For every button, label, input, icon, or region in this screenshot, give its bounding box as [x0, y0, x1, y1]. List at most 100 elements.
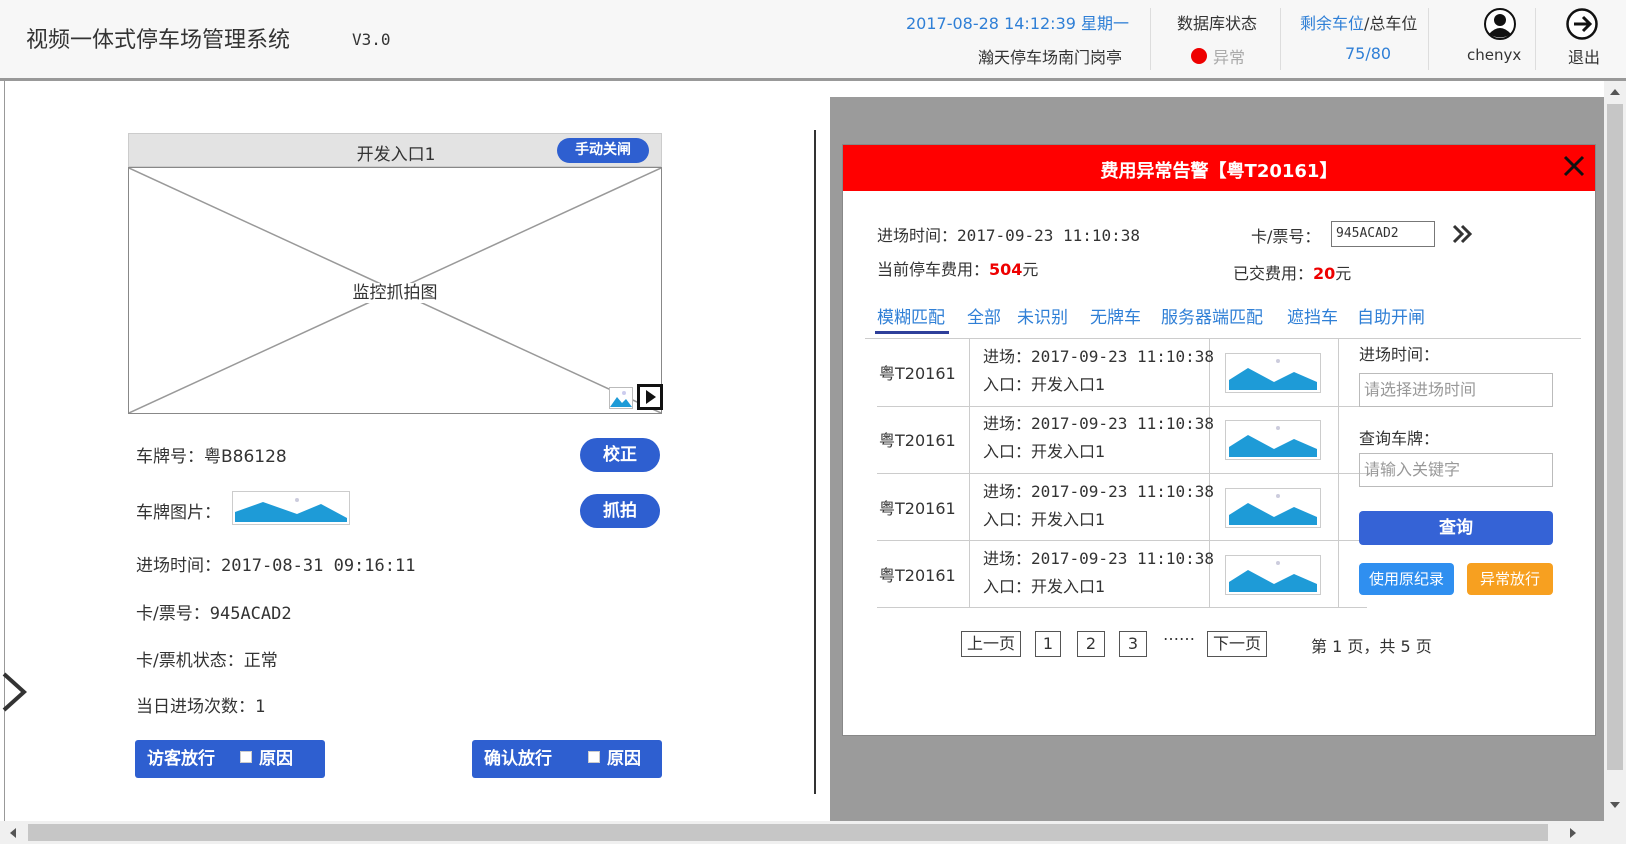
confirm-reason-checkbox[interactable] — [588, 751, 600, 763]
double-chevron-right-icon[interactable] — [1451, 223, 1473, 245]
header-divider — [1150, 8, 1151, 70]
current-fee-unit: 元 — [1022, 260, 1039, 279]
prev-page-button[interactable]: 上一页 — [961, 631, 1021, 657]
visitor-release-button[interactable]: 访客放行 原因 — [135, 740, 325, 778]
correct-plate-button[interactable]: 校正 — [580, 438, 660, 472]
record-entry-info: 进场：2017-09-23 11:10:38 入口：开发入口1 — [983, 545, 1214, 601]
camera-placeholder-label: 监控抓拍图 — [129, 278, 661, 303]
ticket-label: 卡/票号： — [136, 604, 210, 624]
record-entry-gate: 入口：开发入口1 — [983, 375, 1106, 394]
alert-entry-time-row: 进场时间：2017-09-23 11:10:38 — [877, 222, 1140, 246]
plate-search-input[interactable]: 请输入关键字 — [1359, 453, 1553, 487]
record-plate[interactable]: 粤T20161 — [879, 495, 956, 519]
table-row-divider — [877, 406, 1367, 407]
logout-button[interactable]: 退出 — [1568, 44, 1600, 68]
plate-number-label: 车牌号： — [136, 447, 204, 467]
plate-number-row: 车牌号：粤B86128 — [136, 442, 287, 467]
paid-fee-unit: 元 — [1335, 264, 1352, 283]
record-plate[interactable]: 粤T20161 — [879, 427, 956, 451]
paid-fee-amount: 20 — [1313, 264, 1336, 283]
daily-entry-count-row: 当日进场次数：1 — [136, 692, 265, 717]
entry-time-row: 进场时间：2017-08-31 09:16:11 — [136, 551, 415, 576]
picture-icon — [1229, 426, 1317, 457]
app-header: 视频一体式停车场管理系统 V3.0 2017-08-28 14:12:39 星期… — [0, 0, 1626, 81]
paid-fee-label: 已交费用： — [1233, 264, 1314, 283]
manual-close-gate-button[interactable]: 手动关闸 — [557, 138, 649, 163]
tab-self-service[interactable]: 自助开闸 — [1357, 303, 1425, 328]
current-fee-row: 当前停车费用：504元 — [877, 256, 1038, 280]
scroll-up-icon[interactable] — [1608, 87, 1622, 97]
scroll-right-icon[interactable] — [1568, 826, 1578, 840]
record-plate[interactable]: 粤T20161 — [879, 562, 956, 586]
next-page-button[interactable]: 下一页 — [1207, 631, 1267, 657]
ticket-machine-label: 卡/票机状态： — [136, 651, 244, 671]
record-entry-time: 进场：2017-09-23 11:10:38 — [983, 414, 1215, 433]
db-status-label: 数据库状态 — [1177, 14, 1258, 33]
horizontal-scrollbar-thumb[interactable] — [28, 824, 1548, 841]
ticket-machine-row: 卡/票机状态：正常 — [136, 646, 278, 671]
record-thumbnail[interactable] — [1225, 353, 1321, 393]
paid-fee-row: 已交费用：20元 — [1233, 260, 1351, 284]
plate-number-value: 粤B86128 — [204, 447, 287, 467]
confirm-release-label: 确认放行 — [484, 749, 552, 769]
plate-image-label: 车牌图片： — [136, 503, 221, 523]
record-thumbnail[interactable] — [1225, 420, 1321, 460]
visitor-reason-checkbox[interactable] — [240, 751, 252, 763]
remaining-spaces-label: 剩余车位 — [1300, 14, 1365, 33]
dialog-title: 费用异常告警【粤T20161】 — [1100, 161, 1338, 182]
panel-divider — [814, 130, 816, 794]
record-entry-time: 进场：2017-09-23 11:10:38 — [983, 482, 1215, 501]
tab-occluded[interactable]: 遮挡车 — [1287, 303, 1338, 328]
visitor-reason-label: 原因 — [259, 749, 293, 769]
query-button[interactable]: 查询 — [1359, 511, 1553, 545]
page-2-button[interactable]: 2 — [1077, 631, 1105, 657]
picture-icon — [235, 498, 347, 522]
record-plate[interactable]: 粤T20161 — [879, 360, 956, 384]
parking-spaces-label: 剩余车位/总车位 — [1300, 10, 1417, 34]
picture-icon[interactable] — [609, 387, 633, 409]
camera-placeholder-text: 监控抓拍图 — [350, 283, 440, 303]
record-entry-gate: 入口：开发入口1 — [983, 510, 1106, 529]
camera-header: 开发入口1 手动关闸 — [128, 133, 662, 167]
daily-entry-count-label: 当日进场次数： — [136, 697, 255, 717]
table-row-divider — [877, 607, 1367, 608]
daily-entry-count-value: 1 — [255, 697, 266, 717]
record-thumbnail[interactable] — [1225, 555, 1321, 595]
table-row-divider — [877, 540, 1367, 541]
plate-image-thumbnail[interactable] — [232, 491, 350, 525]
play-video-icon[interactable] — [637, 384, 663, 410]
booth-name: 瀚天停车场南门岗亭 — [978, 48, 1123, 67]
abnormal-release-button[interactable]: 异常放行 — [1467, 563, 1553, 595]
close-icon[interactable] — [1563, 155, 1585, 177]
tab-fuzzy-match[interactable]: 模糊匹配 — [877, 303, 945, 328]
user-name[interactable]: chenyx — [1467, 46, 1521, 64]
scroll-left-icon[interactable] — [8, 826, 18, 840]
current-fee-label: 当前停车费用： — [877, 260, 990, 279]
page-1-button[interactable]: 1 — [1035, 631, 1061, 657]
record-entry-info: 进场：2017-09-23 11:10:38 入口：开发入口1 — [983, 410, 1214, 466]
dialog-header: 费用异常告警【粤T20161】 — [843, 145, 1595, 191]
use-original-record-button[interactable]: 使用原纪录 — [1359, 563, 1454, 595]
ticket-number-field[interactable]: 945ACAD2 — [1331, 221, 1435, 247]
picture-icon — [1229, 561, 1317, 592]
capture-button[interactable]: 抓拍 — [580, 494, 660, 528]
app-title: 视频一体式停车场管理系统 — [26, 28, 291, 53]
tab-unrecognized[interactable]: 未识别 — [1017, 303, 1068, 328]
current-datetime: 2017-08-28 14:12:39 星期一 — [906, 14, 1130, 33]
record-thumbnail[interactable] — [1225, 488, 1321, 528]
tab-server-match[interactable]: 服务器端匹配 — [1161, 303, 1263, 328]
page-3-button[interactable]: 3 — [1119, 631, 1147, 657]
fee-alert-dialog: 费用异常告警【粤T20161】 进场时间：2017-09-23 11:10:38… — [842, 144, 1596, 736]
user-avatar-icon[interactable] — [1484, 8, 1516, 40]
tab-no-plate[interactable]: 无牌车 — [1090, 303, 1141, 328]
search-plate-label: 查询车牌： — [1359, 429, 1440, 448]
header-divider — [1535, 8, 1536, 70]
vertical-scrollbar-thumb[interactable] — [1607, 104, 1623, 770]
tab-all[interactable]: 全部 — [967, 303, 1001, 328]
record-entry-gate: 入口：开发入口1 — [983, 442, 1106, 461]
confirm-release-button[interactable]: 确认放行 原因 — [472, 740, 662, 778]
scroll-down-icon[interactable] — [1608, 800, 1622, 810]
entry-time-picker[interactable]: 请选择进场时间 — [1359, 373, 1553, 407]
logout-arrow-icon[interactable] — [1566, 8, 1598, 40]
chevron-right-icon[interactable] — [0, 670, 30, 714]
